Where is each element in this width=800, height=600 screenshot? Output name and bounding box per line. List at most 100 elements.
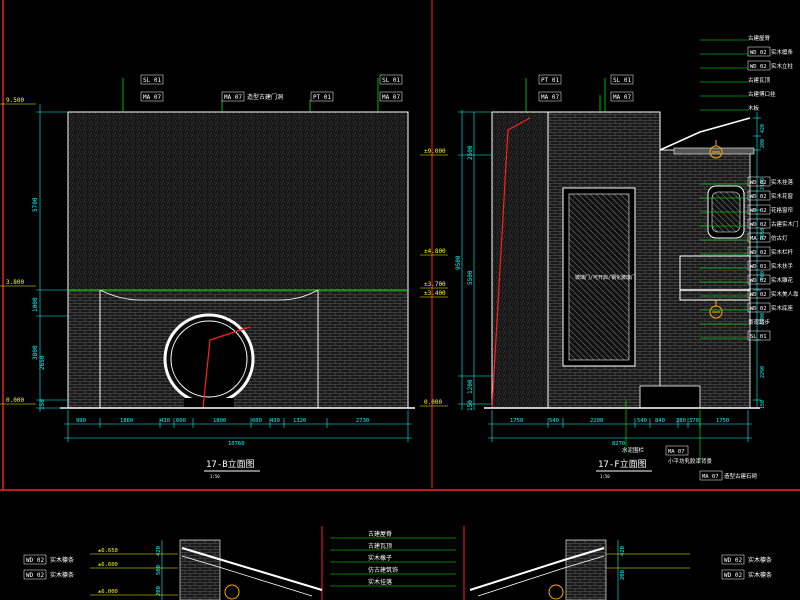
d-left-note-1: 实木檩条 (50, 556, 74, 564)
f-rdim-2290: 2290 (760, 366, 766, 378)
f-rdim-150: 150 (760, 400, 766, 409)
d-left-tag-2: WD 02 (26, 572, 44, 579)
annotation-text: 实木挂落 (771, 178, 794, 186)
d-dim-r420: 420 (620, 546, 626, 556)
hdim-600a: 600 (176, 418, 186, 424)
right-tag-leaders (525, 78, 606, 112)
annotation-text: 花格窗帘 (771, 206, 794, 214)
title-17b: 17-B立面图 (206, 458, 255, 470)
right-tags: PT 01 MA 07 SL 01 MA 07 (538, 74, 634, 102)
cad-drawing-canvas: SL 01 MA 07 MA 07 造型古建门洞 PT 01 SL 01 MA … (0, 0, 800, 600)
vdim-5700: 5700 (32, 197, 39, 212)
f-vdim-5500: 5500 (467, 270, 474, 285)
scale-17f: 1:50 (600, 474, 610, 479)
left-vertical-dim-labels: 5700 1000 3800 2650 150 (32, 197, 46, 410)
annotation-tag: WD 02 (750, 250, 767, 256)
moon-gate-opening (170, 320, 248, 398)
annotation-tag: WD 02 (750, 194, 767, 200)
level-3800: 3.800 (6, 279, 24, 286)
annotation-text: 实木栏杆 (771, 248, 794, 256)
d-dim-r200: 200 (620, 570, 626, 580)
hdim-1860: 1860 (120, 418, 133, 424)
d-right-note-2: 实木檩条 (748, 571, 772, 579)
annotation-text: 实木檩条 (771, 48, 794, 56)
annotation-tag: WD 02 (750, 64, 767, 70)
d-dim-200: 200 (156, 586, 162, 596)
f-hdim-840: 840 (655, 418, 665, 424)
f-hdim-2200: 2200 (590, 418, 603, 424)
hdim-1800: 1800 (213, 418, 226, 424)
note-stone: 造型古建石砌 (724, 472, 758, 480)
elevation-17f: 玻璃门/可开启/钢化玻璃门 PT 01 MA 07 SL 01 MA 07 25… (455, 34, 799, 481)
title-17f: 17-F立面图 (598, 458, 647, 470)
annotation-tag: WD 01 (750, 264, 767, 270)
tag-pt: PT 01 (313, 94, 331, 101)
f-right-side-dims (753, 112, 761, 408)
d-center-note-2: 古建瓦顶 (368, 542, 392, 550)
mid-level-9000: ±9.000 (424, 148, 446, 155)
f-horizontal-dims (488, 410, 752, 442)
railing-panel (679, 255, 751, 301)
middle-level-marks: ±9.000 ±4.800 ±3.700 ±3.400 0.000 (420, 148, 448, 407)
f-vdim-9500: 9500 (455, 255, 462, 270)
f-rdim-420: 420 (760, 124, 766, 133)
left-level-labels: 9.500 3.800 0.000 (6, 97, 24, 404)
mid-level-0000: 0.000 (424, 399, 442, 406)
d-level-6000: ±6.000 (98, 589, 118, 595)
d-center-note-4: 仿古建筑饰 (368, 566, 398, 574)
f-tag-sl: SL 01 (613, 77, 631, 84)
annotation-text: 古建博口挂 (748, 90, 776, 98)
left-horizontal-dims (64, 410, 412, 442)
tag-ma-gate: MA 07 (224, 94, 242, 101)
d-right-tag-1: WD 02 (724, 557, 742, 564)
vdim-150: 150 (39, 399, 46, 410)
annotation-text: 景观踏步 (748, 318, 771, 326)
f-tag-ma-1: MA 07 (541, 94, 559, 101)
hdim-430a: 430 (160, 418, 170, 424)
annotation-text: 实木雕花 (771, 276, 794, 284)
f-tag-ma-2: MA 07 (613, 94, 631, 101)
f-hdim-370: 370 (689, 418, 699, 424)
elevation-17b: SL 01 MA 07 MA 07 造型古建门洞 PT 01 SL 01 MA … (0, 74, 415, 479)
annotation-text: 实木花窗 (771, 192, 794, 200)
d-right-note-1: 实木檩条 (748, 556, 772, 564)
annotation-tag: WD 02 (750, 278, 767, 284)
scale-17b: 1:50 (210, 474, 220, 479)
annotation-text: 实木立柱 (771, 62, 794, 70)
annotation-tag: WD 02 (750, 50, 767, 56)
d-left-tag-1: WD 02 (26, 557, 44, 564)
mid-level-4800: ±4.800 (424, 248, 446, 255)
f-vdim-2500: 2500 (467, 145, 474, 160)
steps (639, 385, 701, 409)
annotation-tag: MA 07 (750, 236, 767, 242)
f-hdim-1750b: 1750 (716, 418, 729, 424)
detail-left-lantern (224, 584, 240, 600)
hdim-total-10760: 10760 (228, 441, 245, 447)
f-hdim-total-8270: 8270 (612, 441, 625, 447)
level-0000: 0.000 (6, 397, 24, 404)
mid-level-3400: ±3.400 (424, 290, 446, 297)
annotation-tag: WD 02 (750, 208, 767, 214)
wall-upper-stone (67, 111, 409, 291)
annotation-text: 仿古灯 (771, 234, 788, 242)
detail-right-lantern (548, 584, 564, 600)
note-stone-tag: MA 07 (702, 474, 719, 480)
d-dim-500: 500 (156, 565, 162, 575)
annotation-tag: SL 01 (750, 334, 767, 340)
f-hdim-540b: 540 (637, 418, 647, 424)
f-hdim-540a: 540 (549, 418, 559, 424)
f-horizontal-dim-labels: 1750 540 2200 540 840 280 370 1750 8270 (510, 418, 729, 447)
hdim-430b: 430 (270, 418, 280, 424)
hdim-600b: 600 (252, 418, 262, 424)
d-center-note-3: 实木橡子 (368, 554, 392, 562)
left-tags: SL 01 MA 07 MA 07 造型古建门洞 PT 01 SL 01 MA … (140, 74, 403, 102)
note-cement-rail: 水泥围栏 (622, 446, 645, 454)
d-left-note-2: 实木檩条 (50, 571, 74, 579)
d-center-note-5: 实木挂落 (368, 578, 392, 586)
annotation-tag: WD 02 (750, 292, 767, 298)
d-level-6600: ±6.600 (98, 562, 118, 568)
pavilion-eave (673, 147, 755, 155)
f-hdim-280: 280 (676, 418, 686, 424)
mid-level-3700: ±3.700 (424, 281, 446, 288)
d-level-6650: ±6.650 (98, 548, 118, 554)
